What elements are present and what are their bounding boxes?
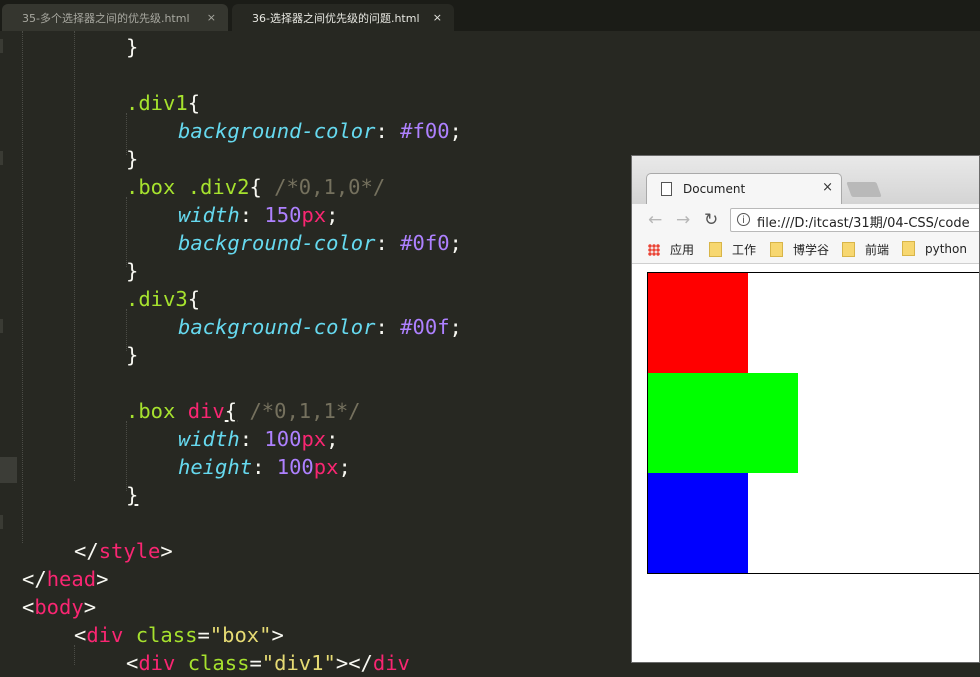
browser-toolbar: ← → ↻ i file:///D:/itcast/31期/04-CSS/cod… bbox=[632, 204, 979, 236]
code-line: </style> bbox=[74, 539, 173, 563]
div1-red-block bbox=[648, 273, 748, 373]
current-line-marker bbox=[0, 457, 17, 483]
code-line: } bbox=[126, 343, 139, 367]
code-line: <div class="div1"></div bbox=[126, 651, 410, 675]
code-line: background-color: #f00; bbox=[178, 119, 462, 143]
bookmarks-bar: 应用 工作 博学谷 前端 python bbox=[632, 236, 979, 264]
url-text[interactable]: file:///D:/itcast/31期/04-CSS/code bbox=[757, 212, 970, 231]
code-line: <div class="box"> bbox=[74, 623, 284, 647]
code-line: .div1{ bbox=[126, 91, 201, 115]
indent-guide bbox=[22, 31, 23, 543]
code-line: </head> bbox=[22, 567, 109, 591]
code-line: background-color: #00f; bbox=[178, 315, 462, 339]
bookmark-folder[interactable]: 工作 bbox=[709, 241, 756, 258]
div3-blue-block bbox=[648, 473, 748, 573]
folder-icon bbox=[902, 241, 915, 256]
address-bar[interactable]: i file:///D:/itcast/31期/04-CSS/code bbox=[730, 208, 979, 232]
back-icon[interactable]: ← bbox=[648, 210, 662, 230]
bookmark-folder[interactable]: 博学谷 bbox=[770, 241, 829, 258]
code-line: .box div{ /*0,1,1*/ bbox=[126, 399, 361, 423]
bookmark-folder[interactable]: 前端 bbox=[842, 241, 889, 258]
close-icon[interactable]: × bbox=[822, 180, 833, 195]
code-line: width: 150px; bbox=[178, 203, 339, 227]
code-line: <body> bbox=[22, 595, 97, 619]
page-viewport bbox=[632, 264, 979, 662]
code-line: .box .div2{ /*0,1,0*/ bbox=[126, 175, 386, 199]
close-icon[interactable]: × bbox=[433, 11, 442, 24]
editor-tab-36[interactable]: 36-选择器之间优先级的问题.html × bbox=[232, 4, 454, 31]
code-line: .div3{ bbox=[126, 287, 201, 311]
code-line: } bbox=[126, 35, 139, 59]
editor-tab-bar: 35-多个选择器之间的优先级.html × 36-选择器之间优先级的问题.htm… bbox=[0, 0, 980, 31]
browser-window: Document × ← → ↻ i file:///D:/itcast/31期… bbox=[631, 155, 980, 663]
forward-icon[interactable]: → bbox=[676, 210, 690, 230]
div2-green-block bbox=[648, 373, 798, 473]
folder-icon bbox=[709, 242, 722, 257]
editor-tab-label: 35-多个选择器之间的优先级.html bbox=[22, 11, 190, 25]
box-container bbox=[647, 272, 979, 574]
code-line: } bbox=[126, 483, 139, 507]
reload-icon[interactable]: ↻ bbox=[704, 210, 718, 230]
fold-marker bbox=[0, 151, 3, 165]
code-line: background-color: #0f0; bbox=[178, 231, 462, 255]
code-line: width: 100px; bbox=[178, 427, 339, 451]
fold-marker bbox=[0, 319, 3, 333]
fold-marker bbox=[0, 515, 3, 529]
indent-guide bbox=[74, 31, 75, 481]
code-line: } bbox=[126, 147, 139, 171]
bookmark-apps[interactable]: 应用 bbox=[648, 241, 694, 258]
folder-icon bbox=[842, 242, 855, 257]
browser-tab-title: Document bbox=[683, 182, 746, 196]
editor-tab-35[interactable]: 35-多个选择器之间的优先级.html × bbox=[2, 4, 228, 31]
folder-icon bbox=[770, 242, 783, 257]
document-icon bbox=[661, 182, 672, 196]
info-icon[interactable]: i bbox=[737, 213, 750, 226]
close-icon[interactable]: × bbox=[207, 11, 216, 24]
code-line: height: 100px; bbox=[178, 455, 351, 479]
bookmark-folder[interactable]: python bbox=[902, 241, 967, 256]
apps-grid-icon bbox=[648, 243, 660, 256]
browser-titlebar: Document × bbox=[632, 156, 979, 205]
new-tab-button[interactable] bbox=[846, 182, 882, 197]
browser-tab[interactable]: Document × bbox=[646, 173, 842, 205]
fold-marker bbox=[0, 39, 3, 53]
editor-tab-label: 36-选择器之间优先级的问题.html bbox=[252, 11, 420, 25]
code-line: } bbox=[126, 259, 139, 283]
